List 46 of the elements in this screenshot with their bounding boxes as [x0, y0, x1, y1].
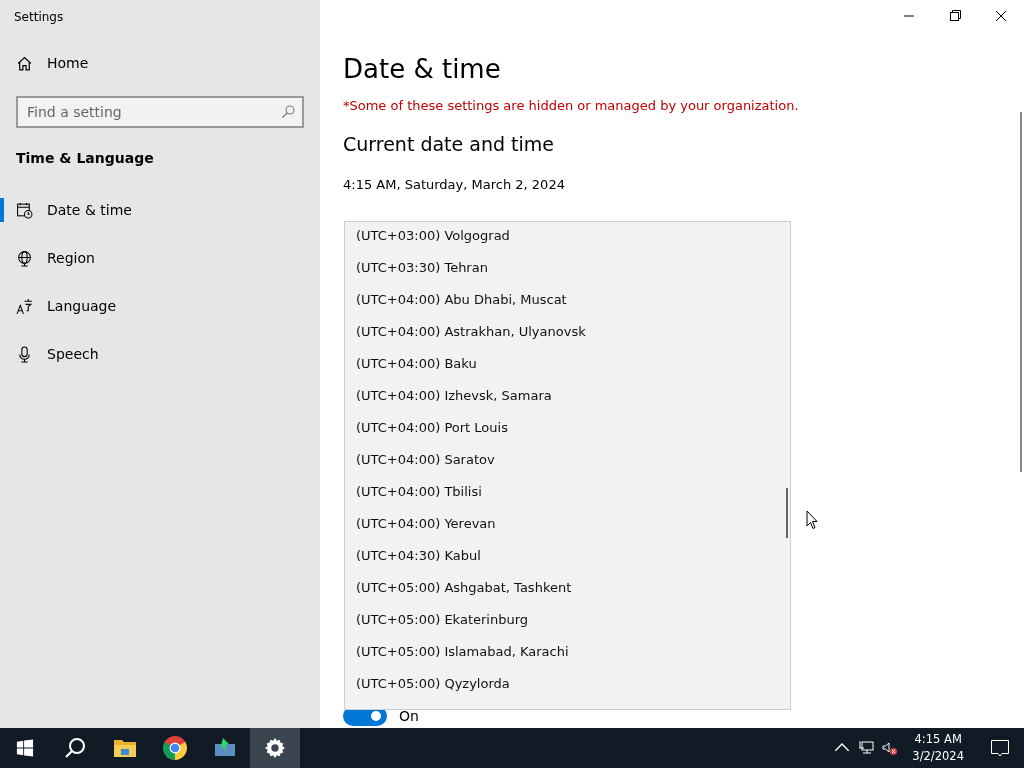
notification-icon[interactable]	[990, 738, 1010, 758]
home-icon	[16, 54, 33, 72]
timezone-option[interactable]: (UTC+03:00) Volgograd	[345, 222, 790, 254]
toggle-label: On	[399, 708, 419, 724]
timezone-option[interactable]: (UTC+05:00) Qyzylorda	[345, 670, 790, 702]
calendar-clock-icon	[16, 201, 33, 219]
section-heading: Time & Language	[15, 149, 155, 168]
browser-icon	[162, 735, 188, 761]
microphone-icon	[16, 345, 33, 363]
windows-logo-icon	[16, 739, 34, 757]
mouse-cursor-icon	[806, 510, 818, 530]
sidebar-item[interactable]: Speech	[0, 330, 320, 378]
section-heading: Current date and time	[343, 133, 555, 155]
timezone-option[interactable]: (UTC+04:00) Izhevsk, Samara	[345, 382, 790, 414]
timezone-option[interactable]: (UTC+04:00) Yerevan	[345, 510, 790, 542]
window-title: Settings	[13, 9, 65, 26]
timezone-option[interactable]: (UTC+04:00) Saratov	[345, 446, 790, 478]
speaker-muted-icon[interactable]	[882, 740, 899, 756]
page-scrollbar[interactable]	[1020, 112, 1022, 472]
sidebar-item[interactable]: Date & time	[0, 186, 320, 234]
sidebar-item[interactable]: Language	[0, 282, 320, 330]
gear-icon	[264, 737, 286, 759]
timezone-option[interactable]: (UTC+05:00) Ashgabat, Tashkent	[345, 574, 790, 606]
timezone-option[interactable]: (UTC+04:00) Baku	[345, 350, 790, 382]
taskbar-clock[interactable]: 4:15 AM 3/2/2024	[906, 731, 970, 765]
timezone-option[interactable]: (UTC+04:00) Port Louis	[345, 414, 790, 446]
language-icon	[16, 297, 33, 315]
timezone-option[interactable]: (UTC+04:00) Tbilisi	[345, 478, 790, 510]
timezone-option[interactable]: (UTC+03:30) Tehran	[345, 254, 790, 286]
timezone-option[interactable]: (UTC+05:00) Islamabad, Karachi	[345, 638, 790, 670]
network-icon[interactable]	[858, 740, 875, 756]
home-link[interactable]: Home	[0, 40, 320, 86]
search-field[interactable]: Find a setting	[16, 96, 304, 128]
settings-taskbar-button[interactable]	[250, 728, 300, 768]
search-icon	[63, 736, 87, 760]
timezone-option[interactable]: (UTC+04:00) Abu Dhabi, Muscat	[345, 286, 790, 318]
scrollbar-thumb[interactable]	[786, 488, 788, 538]
timezone-option[interactable]: (UTC+04:30) Kabul	[345, 542, 790, 574]
current-time-text: 4:15 AM, Saturday, March 2, 2024	[343, 177, 566, 192]
search-icon	[280, 104, 296, 120]
page-title: Date & time	[343, 54, 502, 84]
sidebar-item[interactable]: Region	[0, 234, 320, 282]
timezone-option[interactable]: (UTC+04:00) Astrakhan, Ulyanovsk	[345, 318, 790, 350]
globe-icon	[16, 249, 33, 267]
timezone-option[interactable]: (UTC+05:00) Ekaterinburg	[345, 606, 790, 638]
notice-text: *Some of these settings are hidden or managed by your organization.	[343, 98, 800, 113]
